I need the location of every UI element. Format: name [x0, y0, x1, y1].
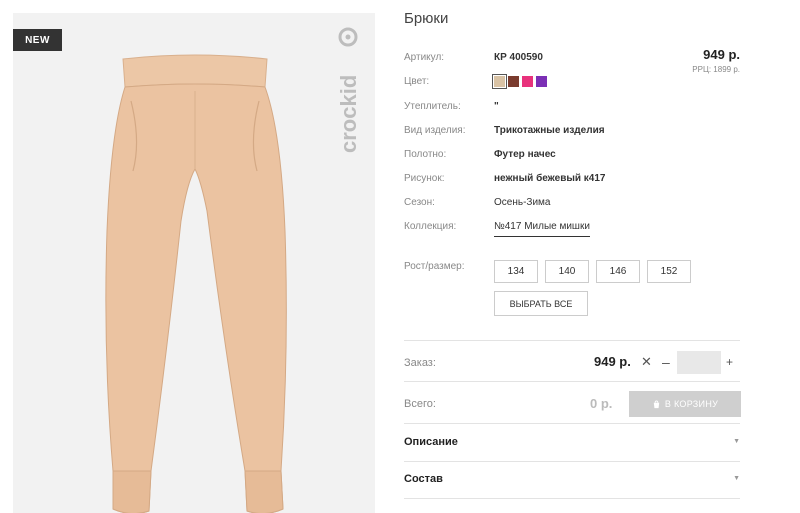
brand-logo-text: crockid	[336, 75, 361, 153]
product-title: Брюки	[404, 10, 449, 27]
divider	[404, 461, 740, 462]
accordion-description[interactable]: Описание ▼	[404, 436, 740, 456]
increase-quantity-button[interactable]: +	[726, 355, 733, 369]
add-to-cart-label: В КОРЗИНУ	[664, 399, 719, 409]
divider	[404, 381, 740, 382]
detail-value: Футер начес	[494, 149, 556, 160]
cart-icon	[653, 399, 660, 408]
divider	[404, 423, 740, 424]
color-swatch-beige[interactable]	[492, 74, 507, 89]
accordion-title: Состав	[404, 473, 443, 485]
add-to-cart-button[interactable]: В КОРЗИНУ	[629, 391, 741, 417]
color-swatch-purple[interactable]	[536, 76, 547, 87]
size-button-152[interactable]: 152	[647, 260, 691, 283]
color-swatches	[492, 74, 547, 89]
order-price: 949 р.	[594, 354, 631, 369]
total-label: Всего:	[404, 398, 436, 410]
size-button-140[interactable]: 140	[545, 260, 589, 283]
accordion-title: Описание	[404, 436, 458, 448]
detail-label: Вид изделия:	[404, 125, 466, 136]
recommended-price: РРЦ: 1899 р.	[692, 65, 740, 74]
product-price: 949 р.	[703, 47, 740, 62]
size-label: Рост/размер:	[404, 261, 465, 272]
detail-value: "	[494, 101, 499, 112]
chevron-down-icon: ▼	[733, 438, 740, 445]
collection-link[interactable]: №417 Милые мишки	[494, 220, 590, 237]
decrease-quantity-button[interactable]: –	[662, 354, 670, 370]
detail-value: Осень-Зима	[494, 197, 551, 208]
detail-value: КР 400590	[494, 52, 543, 63]
accordion-composition[interactable]: Состав ▼	[404, 473, 740, 493]
color-swatch-pink[interactable]	[522, 76, 533, 87]
divider	[404, 340, 740, 341]
chevron-down-icon: ▼	[733, 475, 740, 482]
select-all-button[interactable]: ВЫБРАТЬ ВСЕ	[494, 291, 588, 316]
order-label: Заказ:	[404, 357, 436, 369]
pants-illustration	[105, 54, 287, 513]
detail-label: Артикул:	[404, 52, 445, 63]
divider	[404, 498, 740, 499]
detail-value: нежный бежевый к417	[494, 173, 606, 184]
total-value: 0 р.	[590, 396, 613, 411]
product-image[interactable]: NEW crockid	[13, 13, 375, 513]
quantity-input[interactable]	[677, 351, 721, 374]
detail-label: Цвет:	[404, 76, 430, 87]
detail-label: Рисунок:	[404, 173, 445, 184]
size-options: 134 140 146 152	[494, 260, 691, 283]
new-badge: NEW	[13, 29, 62, 51]
detail-value: Трикотажные изделия	[494, 125, 605, 136]
times-icon: ✕	[641, 354, 652, 369]
color-swatch-brown[interactable]	[508, 76, 519, 87]
detail-label: Полотно:	[404, 149, 447, 160]
size-button-134[interactable]: 134	[494, 260, 538, 283]
detail-label: Сезон:	[404, 197, 435, 208]
detail-label: Утеплитель:	[404, 101, 461, 112]
detail-label: Коллекция:	[404, 221, 457, 232]
size-button-146[interactable]: 146	[596, 260, 640, 283]
brand-logo: crockid	[336, 27, 361, 153]
